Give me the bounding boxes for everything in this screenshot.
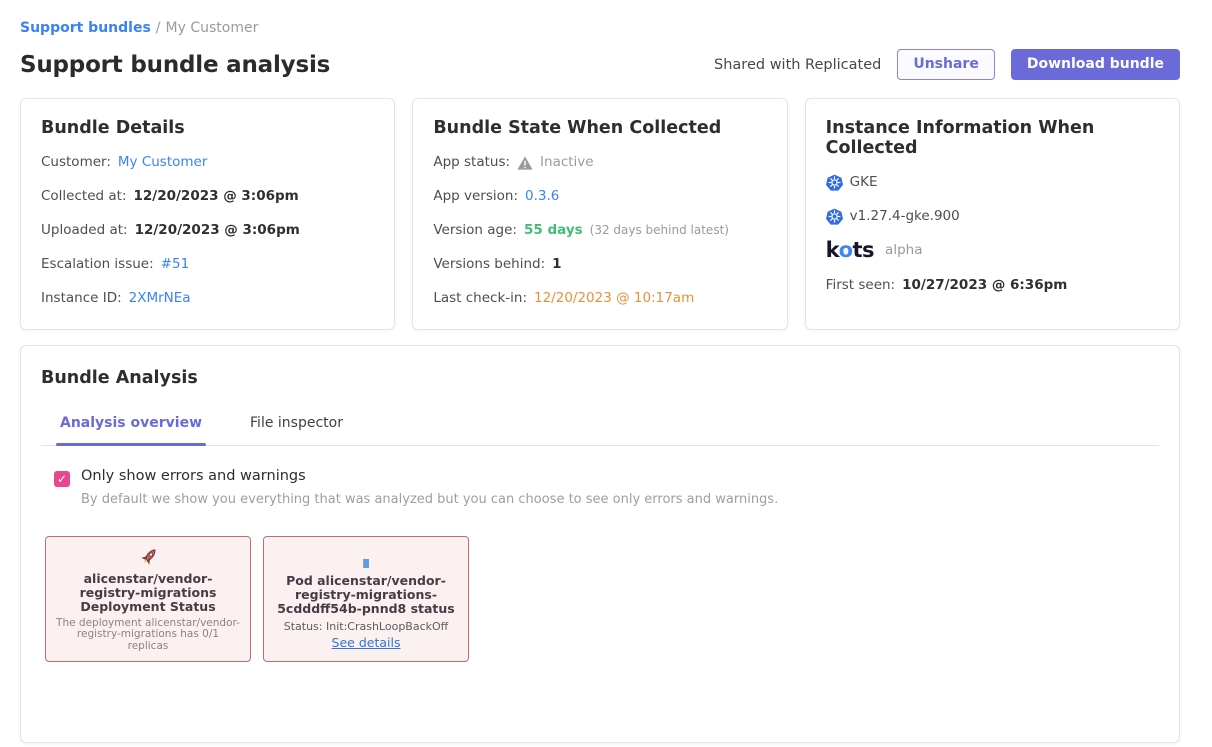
kots-logo-o: o bbox=[839, 238, 853, 262]
result-title: alicenstar/vendor-registry-migrations De… bbox=[56, 572, 240, 614]
customer-row: Customer: My Customer bbox=[41, 153, 374, 172]
bundle-state-title: Bundle State When Collected bbox=[433, 118, 766, 138]
result-card-pod-status[interactable]: Pod alicenstar/vendor-registry-migration… bbox=[263, 536, 469, 662]
warning-triangle-icon bbox=[517, 156, 533, 170]
bundle-analysis-title: Bundle Analysis bbox=[41, 368, 1159, 388]
tab-file-inspector[interactable]: File inspector bbox=[248, 415, 345, 445]
escalation-issue-link[interactable]: #51 bbox=[161, 255, 190, 274]
app-status-label: App status: bbox=[433, 153, 510, 172]
header-actions: Shared with Replicated Unshare Download … bbox=[714, 49, 1180, 80]
versions-behind-row: Versions behind: 1 bbox=[433, 255, 766, 274]
last-checkin-value: 12/20/2023 @ 10:17am bbox=[534, 289, 694, 308]
page-title: Support bundle analysis bbox=[20, 52, 330, 78]
collected-at-row: Collected at: 12/20/2023 @ 3:06pm bbox=[41, 187, 374, 206]
version-age-value: 55 days bbox=[524, 221, 583, 240]
pod-icon bbox=[363, 546, 369, 572]
version-age-label: Version age: bbox=[433, 221, 517, 240]
result-card-deployment-status[interactable]: alicenstar/vendor-registry-migrations De… bbox=[45, 536, 251, 662]
app-version-label: App version: bbox=[433, 187, 518, 206]
customer-link[interactable]: My Customer bbox=[118, 153, 208, 172]
kubernetes-icon bbox=[826, 208, 843, 225]
analysis-tabs: Analysis overview File inspector bbox=[41, 415, 1159, 446]
first-seen-value: 10/27/2023 @ 6:36pm bbox=[902, 276, 1067, 295]
escalation-issue-row: Escalation issue: #51 bbox=[41, 255, 374, 274]
breadcrumb-support-bundles-link[interactable]: Support bundles bbox=[20, 20, 151, 36]
collected-at-label: Collected at: bbox=[41, 187, 127, 206]
app-status-value: Inactive bbox=[540, 153, 594, 172]
result-status: Status: Init:CrashLoopBackOff bbox=[284, 620, 449, 633]
breadcrumb: Support bundles / My Customer bbox=[20, 20, 1180, 37]
instance-info-card: Instance Information When Collected GKE … bbox=[805, 98, 1180, 330]
kots-channel: alpha bbox=[885, 241, 922, 260]
result-description: The deployment alicenstar/vendor-registr… bbox=[56, 618, 240, 653]
versions-behind-value: 1 bbox=[552, 255, 561, 274]
distribution-row: GKE bbox=[826, 173, 1159, 192]
kots-row: kots alpha bbox=[826, 239, 1159, 261]
app-version-link[interactable]: 0.3.6 bbox=[525, 187, 559, 206]
download-bundle-button[interactable]: Download bundle bbox=[1011, 49, 1180, 80]
instance-info-title: Instance Information When Collected bbox=[826, 118, 1159, 158]
instance-id-row: Instance ID: 2XMrNEa bbox=[41, 289, 374, 308]
kots-logo: kots bbox=[826, 239, 874, 261]
result-title: Pod alicenstar/vendor-registry-migration… bbox=[274, 574, 458, 616]
last-checkin-label: Last check-in: bbox=[433, 289, 527, 308]
k8s-version-value: v1.27.4-gke.900 bbox=[850, 207, 960, 226]
page-header: Support bundle analysis Shared with Repl… bbox=[20, 49, 1180, 80]
info-cards-row: Bundle Details Customer: My Customer Col… bbox=[20, 98, 1180, 330]
versions-behind-label: Versions behind: bbox=[433, 255, 545, 274]
see-details-link[interactable]: See details bbox=[332, 635, 401, 650]
support-bundle-analysis-page: Support bundles / My Customer Support bund… bbox=[0, 0, 1196, 743]
unshare-button[interactable]: Unshare bbox=[897, 49, 994, 80]
analysis-results-row: alicenstar/vendor-registry-migrations De… bbox=[45, 536, 1159, 662]
rocket-icon bbox=[137, 546, 160, 570]
last-checkin-row: Last check-in: 12/20/2023 @ 10:17am bbox=[433, 289, 766, 308]
bundle-details-title: Bundle Details bbox=[41, 118, 374, 138]
version-age-note: (32 days behind latest) bbox=[590, 221, 729, 240]
distribution-value: GKE bbox=[850, 173, 878, 192]
breadcrumb-separator: / bbox=[156, 20, 161, 36]
filter-row: ✓ Only show errors and warnings By defau… bbox=[54, 467, 1159, 508]
shared-status-text: Shared with Replicated bbox=[714, 57, 881, 73]
filter-description: By default we show you everything that w… bbox=[81, 492, 778, 508]
first-seen-label: First seen: bbox=[826, 276, 895, 295]
first-seen-row: First seen: 10/27/2023 @ 6:36pm bbox=[826, 276, 1159, 295]
uploaded-at-row: Uploaded at: 12/20/2023 @ 3:06pm bbox=[41, 221, 374, 240]
bundle-details-card: Bundle Details Customer: My Customer Col… bbox=[20, 98, 395, 330]
k8s-version-row: v1.27.4-gke.900 bbox=[826, 207, 1159, 226]
app-status-row: App status: Inactive bbox=[433, 153, 766, 172]
tab-analysis-overview[interactable]: Analysis overview bbox=[58, 415, 204, 445]
breadcrumb-current: My Customer bbox=[166, 20, 259, 36]
collected-at-value: 12/20/2023 @ 3:06pm bbox=[134, 187, 299, 206]
app-version-row: App version: 0.3.6 bbox=[433, 187, 766, 206]
instance-id-label: Instance ID: bbox=[41, 289, 122, 308]
only-errors-checkbox[interactable]: ✓ bbox=[54, 471, 70, 487]
bundle-state-card: Bundle State When Collected App status: … bbox=[412, 98, 787, 330]
version-age-row: Version age: 55 days (32 days behind lat… bbox=[433, 221, 766, 240]
escalation-issue-label: Escalation issue: bbox=[41, 255, 154, 274]
uploaded-at-value: 12/20/2023 @ 3:06pm bbox=[135, 221, 300, 240]
bundle-analysis-panel: Bundle Analysis Analysis overview File i… bbox=[20, 345, 1180, 743]
customer-label: Customer: bbox=[41, 153, 111, 172]
uploaded-at-label: Uploaded at: bbox=[41, 221, 128, 240]
filter-label: Only show errors and warnings bbox=[81, 467, 778, 485]
instance-id-link[interactable]: 2XMrNEa bbox=[129, 289, 191, 308]
gke-icon bbox=[826, 174, 843, 191]
filter-text: Only show errors and warnings By default… bbox=[81, 467, 778, 508]
